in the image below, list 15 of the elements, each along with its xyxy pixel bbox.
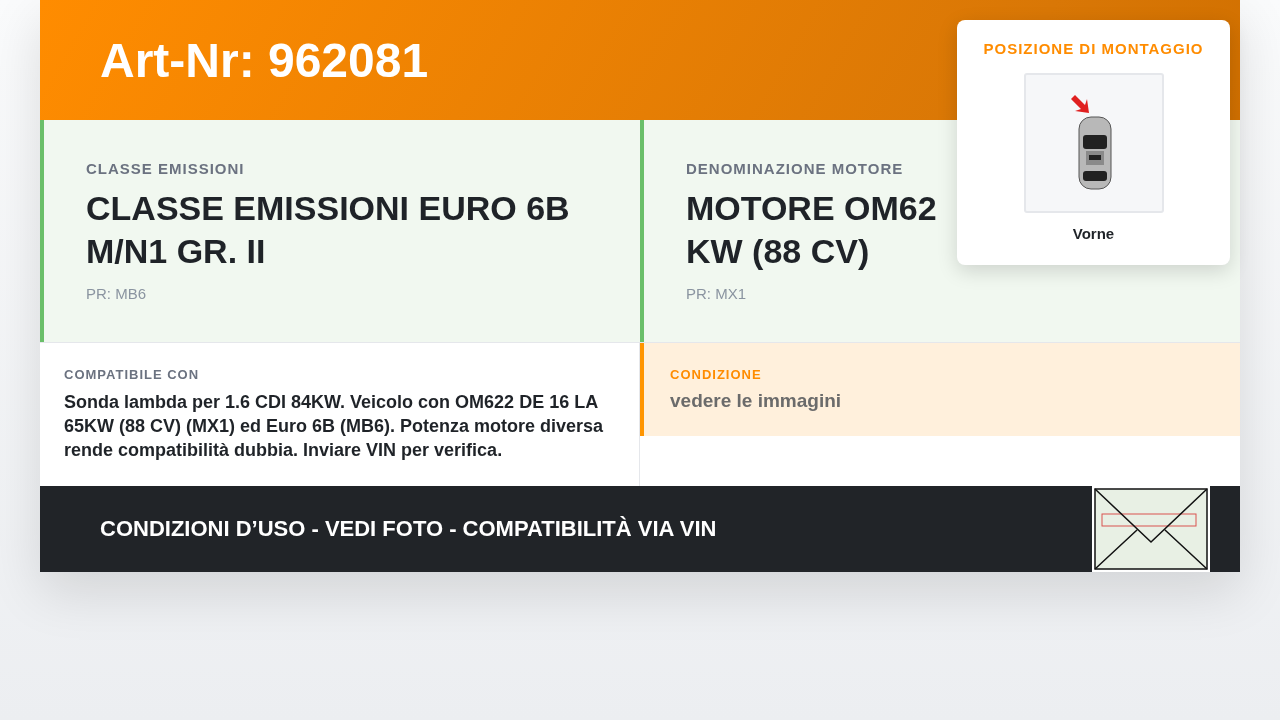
popover-title: POSIZIONE DI MONTAGGIO	[983, 40, 1204, 57]
compatibility-text: Sonda lambda per 1.6 CDI 84KW. Veicolo con OM622 DE 16 LA 65KW (88 CV) (MX1) ed Euro 6B (MB6). Potenza motore diversa rende compatibilità dubbia. Inviare VIN per verifica.	[64, 391, 605, 462]
spec-code: PR: MX1	[686, 285, 747, 302]
position-label: Vorne	[1072, 225, 1115, 242]
compatibility-label: COMPATIBILE CON	[64, 367, 201, 382]
spec-value: MOTORE OM62 KW (88 CV)	[686, 188, 937, 272]
spec-code: PR: MB6	[86, 285, 147, 302]
article-number: Art-Nr: 962081	[100, 32, 429, 88]
spec-value: CLASSE EMISSIONI EURO 6B M/N1 GR. II	[86, 188, 570, 272]
spec-label: CLASSE EMISSIONI	[86, 160, 246, 177]
condition-label: CONDIZIONE	[670, 367, 763, 382]
spec-label: DENOMINAZIONE MOTORE	[686, 160, 905, 177]
footer-text: CONDIZIONI D’USO - VEDI FOTO - COMPATIBILITÀ VIA VIN	[100, 516, 717, 542]
condition-value: vedere le immagini	[670, 390, 843, 412]
envelope-photo-thumbnail[interactable]	[1092, 486, 1210, 572]
